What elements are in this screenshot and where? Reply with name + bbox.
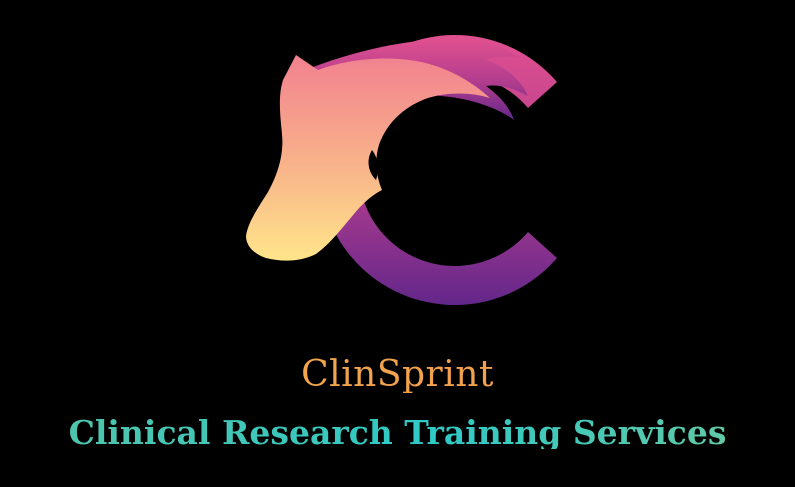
- horse-head-c-logo-icon: [246, 34, 557, 306]
- logo-lockup: ClinSprint Clinical Research Training Se…: [0, 0, 795, 487]
- brand-tagline: Clinical Research Training Services: [0, 416, 795, 449]
- brand-name: ClinSprint: [0, 357, 795, 393]
